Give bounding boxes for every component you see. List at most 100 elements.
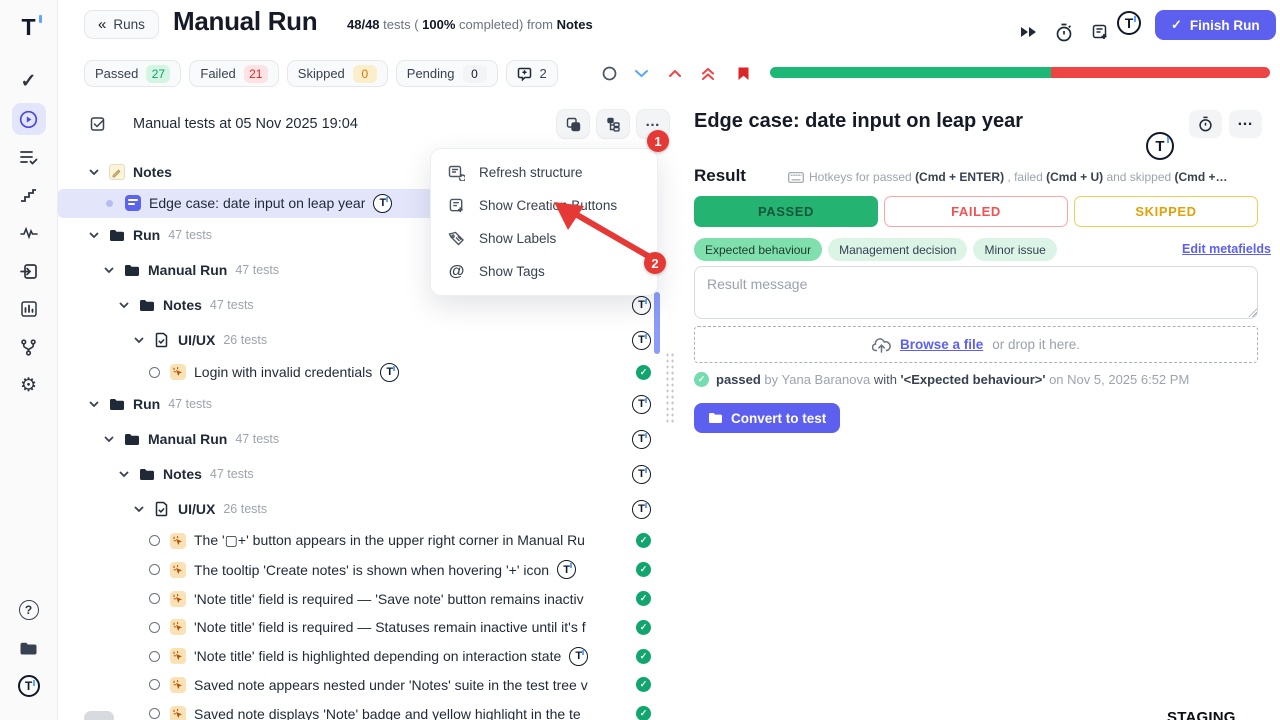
textarea-resize-grip[interactable] [1248,308,1257,317]
chevron-up-icon[interactable] [666,65,684,82]
filter-chip-passed[interactable]: Passed27 [84,60,181,87]
result-history-line: ✓ passed by Yana Baranova with '<Expecte… [694,372,1189,387]
bookmark-icon[interactable] [734,65,752,82]
status-circle-icon[interactable] [149,367,160,378]
status-circle-icon[interactable] [149,651,160,662]
status-circle-icon[interactable] [149,535,160,546]
tree-row-count: 47 tests [235,263,279,277]
sidebar-item-branch[interactable] [12,331,46,363]
comments-filter-chip[interactable]: 2 [506,60,558,87]
chevron-down-icon[interactable] [88,166,100,178]
skipped-status-button[interactable]: SKIPPED [1074,196,1258,227]
metafield-tag[interactable]: Expected behaviour [694,238,822,261]
test-icon [169,648,186,665]
detail-more-button[interactable]: … [1229,110,1262,138]
test-icon [169,619,186,636]
note-add-icon [447,198,466,214]
fast-forward-icon[interactable] [1016,20,1042,44]
status-circle-icon[interactable] [149,708,160,719]
result-section-label: Result [694,166,746,186]
chevron-down-icon[interactable] [118,468,130,480]
sidebar-item-check[interactable]: ✓ [12,65,46,97]
tree-panel-title: Manual tests at 05 Nov 2025 19:04 [133,116,358,132]
label-icon [447,231,466,246]
tree-scrollbar[interactable] [654,292,660,354]
folder-icon [708,412,723,424]
progress-passed-segment [770,67,1051,78]
sidebar-item-runs[interactable] [12,103,46,135]
passed-check-icon: ✓ [636,706,651,720]
tree-row-label: Run [133,396,160,412]
file-drop-zone[interactable]: Browse a file or drop it here. [694,326,1258,363]
tree-row-count: 26 tests [223,333,267,347]
double-chevron-up-icon[interactable] [699,65,717,82]
sidebar-item-report[interactable] [12,293,46,325]
passed-status-button[interactable]: PASSED [694,196,878,227]
sidebar-item-tasks[interactable] [12,141,46,173]
convert-to-test-button[interactable]: Convert to test [694,403,840,433]
back-to-runs-label: Runs [113,17,145,32]
tree-test-row[interactable]: The tooltip 'Create notes' is shown when… [58,555,672,584]
failed-status-button[interactable]: FAILED [884,196,1068,227]
tree-suite-row[interactable]: Run47 testsT [58,387,672,422]
menu-item-refresh-structure[interactable]: Refresh structure [431,156,657,189]
circle-icon[interactable] [600,65,618,82]
tree-test-row[interactable]: Login with invalid credentialsT✓ [58,358,672,387]
tree-test-row[interactable]: 'Note title' field is highlighted depend… [58,642,672,671]
status-circle-icon[interactable] [149,622,160,633]
ellipsis-icon: … [645,113,661,130]
chevron-down-icon[interactable] [103,264,115,276]
tree-suite-row[interactable]: Manual Run47 testsT [58,422,672,457]
sidebar-item-docs[interactable] [12,632,46,664]
t-logo-icon[interactable]: T [1117,11,1141,35]
filter-chip-pending[interactable]: Pending0 [396,60,498,87]
chevron-down-icon[interactable] [133,334,145,346]
tree-test-row[interactable]: 'Note title' field is required — 'Save n… [58,584,672,613]
status-filter-bar: Passed27 Failed21 Skipped0 Pending0 2 [84,60,558,87]
sidebar-item-pulse[interactable] [12,217,46,249]
doc-icon [153,332,170,349]
stopwatch-icon[interactable] [1051,20,1077,44]
tree-row-label: Saved note displays 'Note' badge and yel… [194,706,581,720]
chevron-down-icon[interactable] [133,503,145,515]
filter-chip-skipped[interactable]: Skipped0 [287,60,388,87]
tree-suite-row[interactable]: UI/UX26 testsT [58,323,672,358]
back-to-runs-button[interactable]: « Runs [84,10,159,39]
status-circle-icon[interactable] [149,679,160,690]
finish-run-button[interactable]: ✓ Finish Run [1155,10,1276,40]
panel-resize-handle[interactable] [665,352,674,424]
tree-test-row[interactable]: Saved note displays 'Note' badge and yel… [58,699,672,720]
chevron-down-icon[interactable] [103,433,115,445]
chevron-down-icon[interactable] [88,229,100,241]
tree-suite-row[interactable]: UI/UX26 testsT [58,492,672,527]
status-circle-icon[interactable] [149,593,160,604]
tree-test-row[interactable]: 'Note title' field is required — Statuse… [58,613,672,642]
tree-row-label: 'Note title' field is required — 'Save n… [194,591,584,607]
status-circle-icon[interactable] [149,564,160,575]
tree-structure-button[interactable] [596,109,630,139]
timer-button[interactable] [1189,110,1222,138]
sidebar-item-help[interactable]: ? [12,594,46,626]
tree-suite-row[interactable]: Notes47 testsT [58,457,672,492]
t-logo-icon[interactable]: T [1146,132,1174,160]
note-add-icon[interactable] [1087,20,1113,44]
result-message-input[interactable] [694,266,1258,319]
chevron-down-icon[interactable] [88,398,100,410]
chevron-down-icon[interactable] [632,65,650,82]
filter-chip-failed[interactable]: Failed21 [189,60,278,87]
metafield-tag[interactable]: Management decision [828,238,967,261]
sidebar-item-import[interactable] [12,255,46,287]
tree-test-row[interactable]: Saved note appears nested under 'Notes' … [58,671,672,700]
horizontal-scrollbar[interactable] [84,711,114,720]
tree-test-row[interactable]: The '▢+' button appears in the upper rig… [58,527,672,556]
browse-file-link[interactable]: Browse a file [900,337,983,352]
chevron-down-icon[interactable] [118,299,130,311]
sidebar-item-tlogo-circle[interactable]: T [12,670,46,702]
app-logo-icon[interactable]: T [21,14,35,41]
copy-structure-button[interactable] [556,109,590,139]
sidebar-item-settings[interactable]: ⚙ [12,369,46,401]
edit-metafields-link[interactable]: Edit metafields [1182,242,1271,256]
folder-icon [123,262,140,279]
metafield-tag[interactable]: Minor issue [973,238,1056,261]
sidebar-item-steps[interactable] [12,179,46,211]
